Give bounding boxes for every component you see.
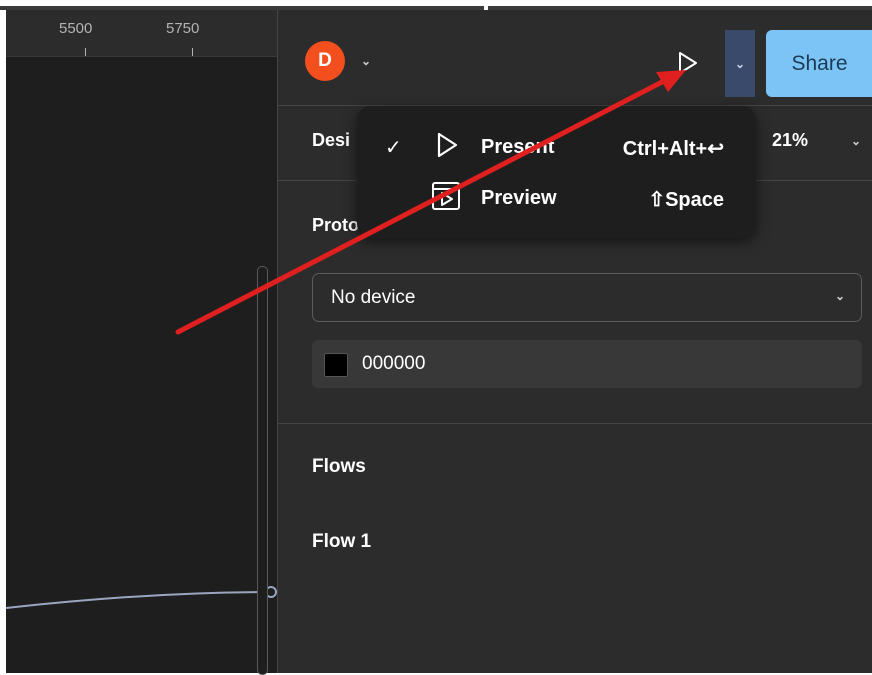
share-button[interactable]: Share [766,30,872,97]
zoom-level[interactable]: 21% [772,130,808,151]
device-select[interactable]: No device ⌄ [312,273,862,322]
background-color-value[interactable]: 000000 [362,353,425,375]
canvas-frame-edge [257,266,268,675]
divider [278,423,872,424]
play-icon [437,132,458,158]
preview-icon [432,182,460,210]
device-select-value: No device [331,287,416,308]
present-menu: ✓ Present Ctrl+Alt+↩ Preview ⇧Space [357,106,756,238]
avatar[interactable]: D [305,41,345,81]
flows-section-title: Flows [312,456,366,477]
menu-item-shortcut: Ctrl+Alt+↩ [622,138,724,160]
chevron-down-icon[interactable]: ⌄ [851,134,861,148]
design-canvas[interactable]: 5500 5750 [6,10,277,675]
prototype-section-title: Proto [312,215,359,235]
play-icon[interactable] [674,50,700,76]
menu-item-shortcut: ⇧Space [648,189,724,211]
chevron-down-icon[interactable]: ⌄ [361,54,371,68]
top-window-strip [0,0,872,10]
color-swatch[interactable] [324,353,348,377]
connector-line [6,586,277,609]
menu-item-preview[interactable]: Preview ⇧Space [357,176,756,220]
background-color-field[interactable]: 000000 [312,340,862,388]
tab-design[interactable]: Desi [312,130,350,151]
chevron-down-icon: ⌄ [834,289,845,303]
check-icon: ✓ [385,137,402,159]
chevron-down-icon: ⌄ [734,56,746,71]
menu-item-label: Preview [481,187,557,209]
menu-item-present[interactable]: ✓ Present Ctrl+Alt+↩ [357,125,756,169]
present-options-button[interactable]: ⌄ [725,30,755,97]
flow-item[interactable]: Flow 1 [312,531,371,553]
menu-item-label: Present [481,136,555,158]
